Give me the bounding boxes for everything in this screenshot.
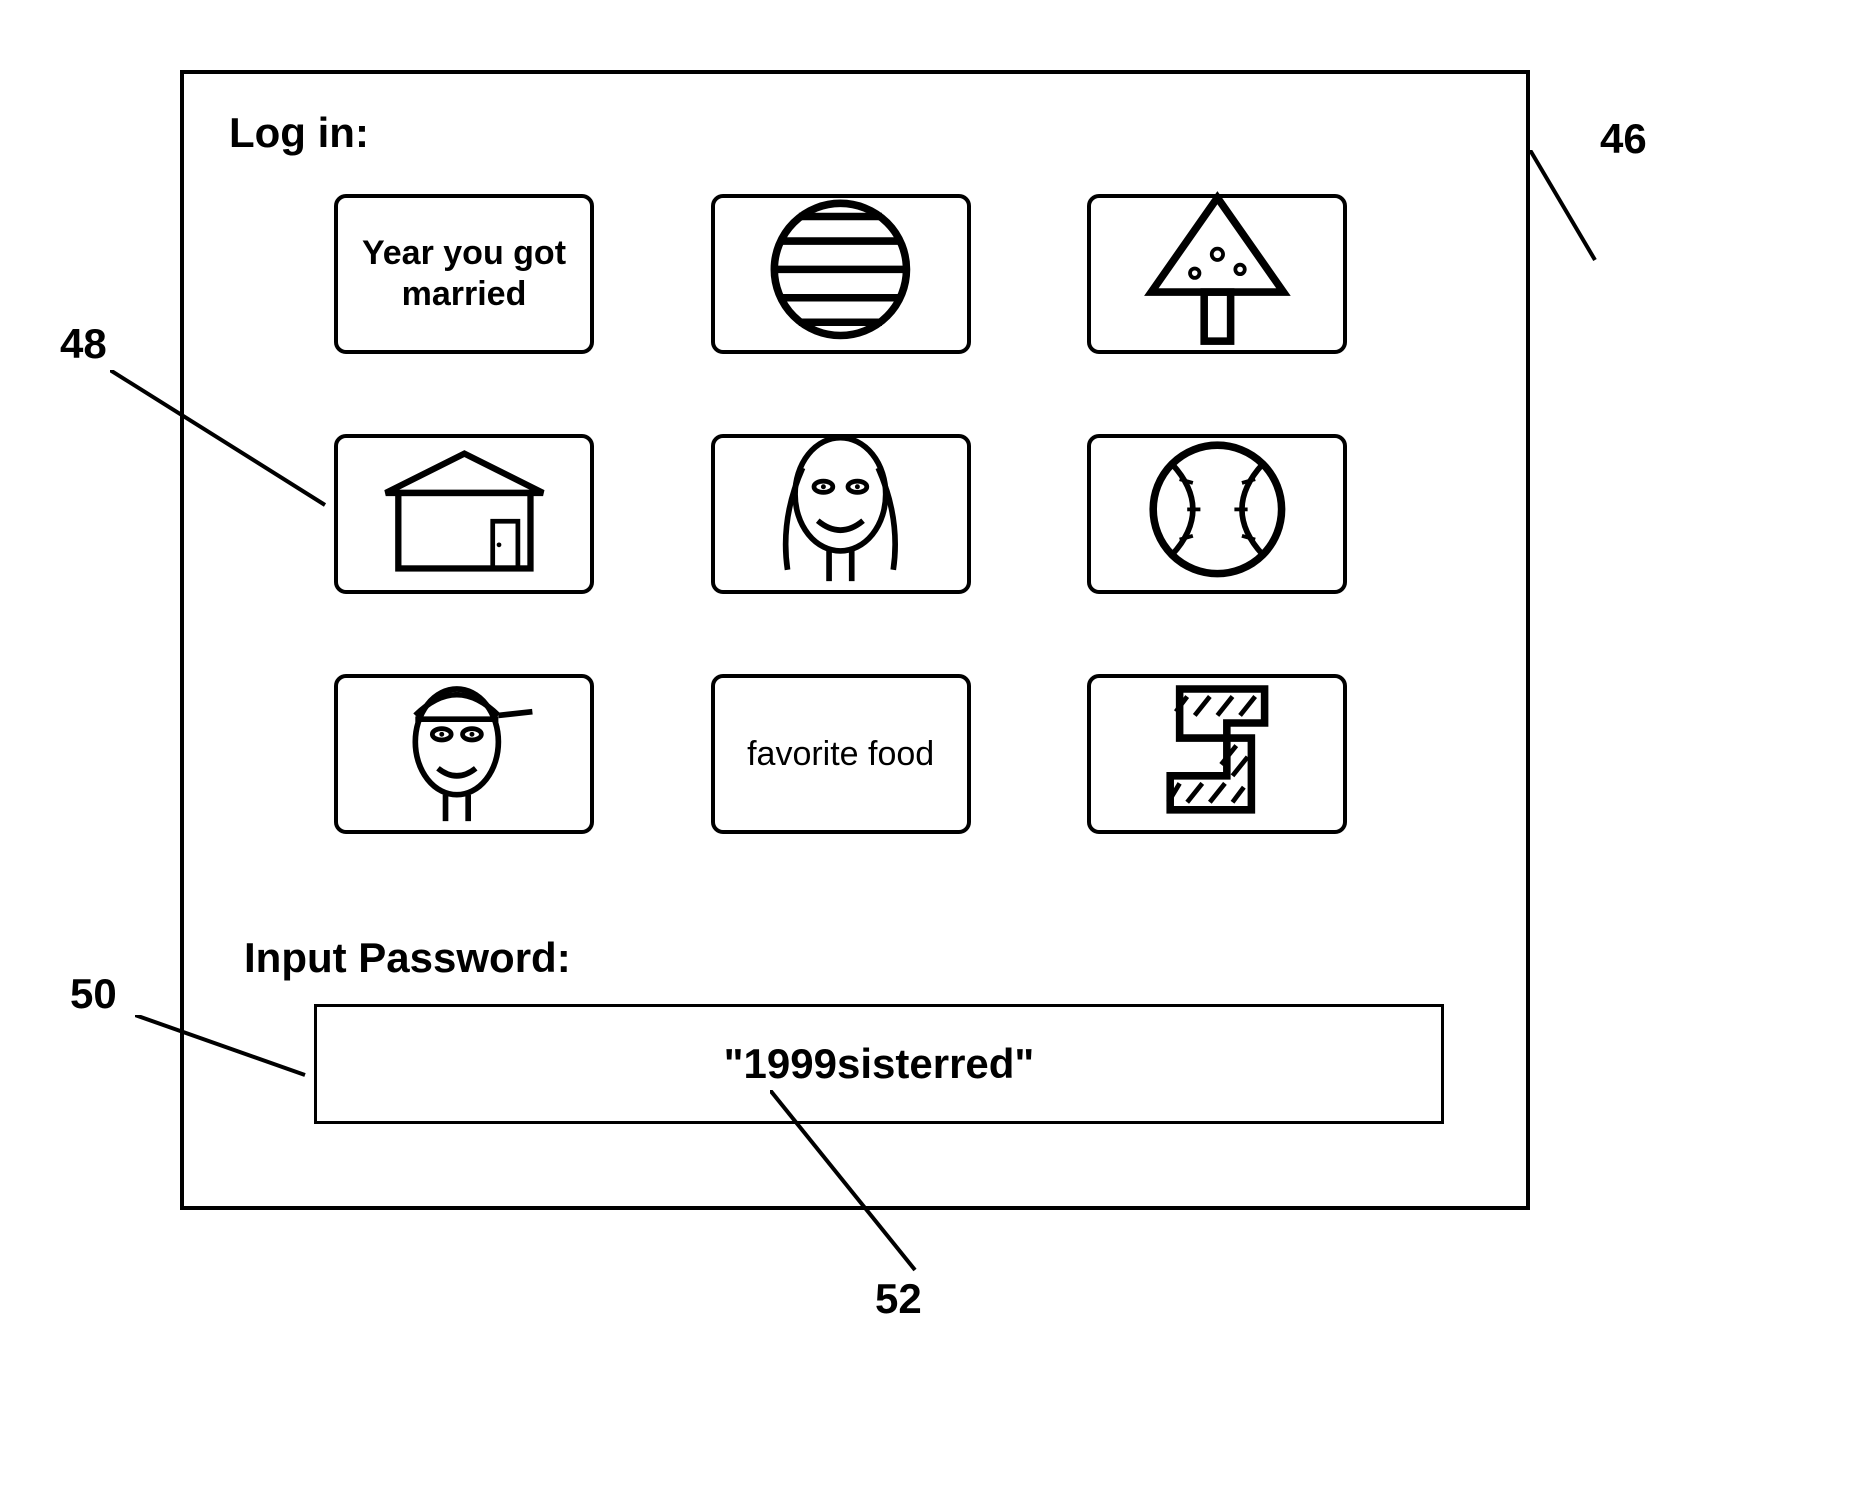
tile-striped-circle-icon[interactable] — [711, 194, 971, 354]
tile-striped-s-icon[interactable] — [1087, 674, 1347, 834]
callout-48: 48 — [60, 320, 107, 368]
tile-baseball-icon[interactable] — [1087, 434, 1347, 594]
callout-line-48 — [110, 370, 330, 510]
panel-title: Log in: — [229, 109, 369, 157]
tile-house-icon[interactable] — [334, 434, 594, 594]
striped-s-icon — [1099, 655, 1335, 854]
login-panel: Log in: Year you got married — [180, 70, 1530, 1210]
tile-label: favorite food — [747, 734, 934, 775]
tile-face-cap-icon[interactable] — [334, 674, 594, 834]
tile-face-longhair-icon[interactable] — [711, 434, 971, 594]
house-icon — [346, 430, 582, 597]
baseball-icon — [1099, 415, 1335, 614]
tile-favorite-food[interactable]: favorite food — [711, 674, 971, 834]
callout-line-50 — [135, 1015, 315, 1085]
callout-50: 50 — [70, 970, 117, 1018]
striped-circle-icon — [723, 175, 959, 374]
callout-52: 52 — [875, 1275, 922, 1323]
tile-tree-icon[interactable] — [1087, 194, 1347, 354]
face-longhair-icon — [723, 415, 959, 614]
input-password-label: Input Password: — [244, 934, 571, 982]
tile-label: Year you got married — [346, 233, 582, 315]
face-cap-icon — [346, 655, 582, 854]
tile-year-married[interactable]: Year you got married — [334, 194, 594, 354]
callout-line-46 — [1530, 150, 1630, 280]
tree-icon — [1099, 175, 1335, 374]
password-value: "1999sisterred" — [724, 1040, 1035, 1088]
tile-grid: Year you got married — [334, 194, 1354, 834]
callout-line-52 — [770, 1090, 950, 1275]
